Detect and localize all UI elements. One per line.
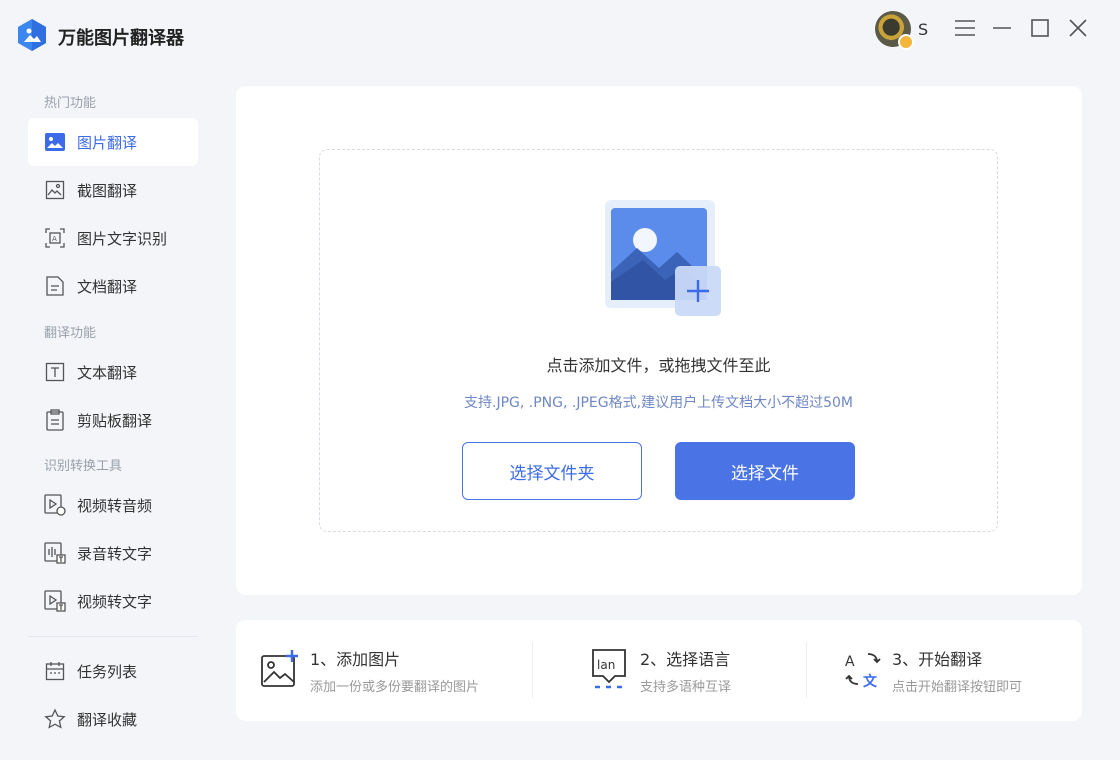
step-title: 3、开始翻译 (892, 650, 983, 669)
step-desc: 点击开始翻译按钮即可 (892, 680, 1023, 695)
sidebar-item-clipboard-translate[interactable]: 剪贴板翻译 (28, 396, 198, 444)
section-label-translate: 翻译功能 (44, 326, 97, 341)
maximize-icon[interactable] (1026, 14, 1054, 42)
title-bar: 万能图片翻译器 S (0, 0, 1120, 70)
step-add-image: 1、添加图片 添加一份或多份要翻译的图片 (260, 640, 530, 700)
sidebar-item-label: 翻译收藏 (77, 710, 138, 729)
sidebar-item-video-to-text[interactable]: 视频转文字 (28, 577, 198, 625)
sidebar-item-label: 文本翻译 (77, 363, 138, 382)
step-desc: 添加一份或多份要翻译的图片 (310, 680, 480, 695)
sidebar-item-image-translate[interactable]: 图片翻译 (28, 118, 198, 166)
step-separator (532, 642, 533, 698)
minimize-icon[interactable] (988, 14, 1016, 42)
sidebar-item-task-list[interactable]: 任务列表 (28, 647, 198, 695)
sidebar-item-label: 截图翻译 (77, 181, 138, 200)
step-select-language: lan 2、选择语言 支持多语种互译 (590, 640, 790, 700)
calendar-icon (44, 660, 66, 682)
sidebar-item-label: 剪贴板翻译 (77, 411, 153, 430)
drop-hint: 支持.JPG, .PNG, .JPEG格式,建议用户上传文档大小不超过50M (464, 395, 853, 411)
drop-zone[interactable]: 点击添加文件，或拖拽文件至此 支持.JPG, .PNG, .JPEG格式,建议用… (319, 149, 998, 532)
sidebar-item-label: 文档翻译 (77, 277, 138, 296)
clipboard-icon (44, 409, 66, 431)
svg-text:A: A (52, 235, 57, 243)
image-icon (44, 131, 66, 153)
sidebar-divider (28, 636, 198, 637)
step-desc: 支持多语种互译 (640, 680, 732, 695)
add-image-icon (260, 648, 302, 690)
sidebar-item-label: 录音转文字 (77, 544, 153, 563)
sidebar: 热门功能 图片翻译 截图翻译 A 图片文字识别 文档翻译 翻译功能 文本翻译 剪… (0, 70, 226, 760)
document-icon (44, 275, 66, 297)
user-name[interactable]: S (918, 20, 928, 39)
app-logo-icon (16, 18, 48, 52)
screenshot-icon (44, 179, 66, 201)
close-icon[interactable] (1064, 14, 1092, 42)
sidebar-item-label: 图片翻译 (77, 133, 138, 152)
audio-text-icon (44, 542, 66, 564)
step-title: 2、选择语言 (640, 650, 731, 669)
app-title: 万能图片翻译器 (58, 28, 184, 49)
svg-text:lan: lan (597, 658, 615, 672)
sidebar-item-label: 视频转音频 (77, 496, 153, 515)
sidebar-item-screenshot-translate[interactable]: 截图翻译 (28, 166, 198, 214)
step-separator (806, 642, 807, 698)
ocr-icon: A (44, 227, 66, 249)
sidebar-item-label: 图片文字识别 (77, 229, 168, 248)
text-icon (44, 361, 66, 383)
language-icon: lan (590, 648, 632, 690)
steps-panel: 1、添加图片 添加一份或多份要翻译的图片 lan 2、选择语言 支持多语种互译 … (236, 620, 1082, 721)
translate-icon: A 文 (842, 648, 884, 690)
section-label-hot: 热门功能 (44, 96, 97, 111)
section-label-tools: 识别转换工具 (44, 459, 123, 474)
select-file-button[interactable]: 选择文件 (675, 442, 855, 500)
step-title: 1、添加图片 (310, 650, 401, 669)
menu-icon[interactable] (951, 14, 979, 42)
select-folder-button[interactable]: 选择文件夹 (462, 442, 642, 500)
upload-image-icon (603, 200, 721, 318)
sidebar-item-ocr[interactable]: A 图片文字识别 (28, 214, 198, 262)
svg-text:文: 文 (863, 673, 878, 690)
video-text-icon (44, 590, 66, 612)
avatar[interactable] (875, 11, 914, 50)
vip-badge-icon (898, 34, 914, 50)
svg-text:A: A (845, 654, 855, 670)
sidebar-item-favorites[interactable]: 翻译收藏 (28, 695, 198, 743)
upload-panel: 点击添加文件，或拖拽文件至此 支持.JPG, .PNG, .JPEG格式,建议用… (236, 86, 1082, 595)
sidebar-item-label: 任务列表 (77, 662, 138, 681)
sidebar-item-label: 视频转文字 (77, 592, 153, 611)
sidebar-item-video-to-audio[interactable]: 视频转音频 (28, 481, 198, 529)
sidebar-item-audio-to-text[interactable]: 录音转文字 (28, 529, 198, 577)
sidebar-item-text-translate[interactable]: 文本翻译 (28, 348, 198, 396)
sidebar-item-document-translate[interactable]: 文档翻译 (28, 262, 198, 310)
video-audio-icon (44, 494, 66, 516)
step-start-translate: A 文 3、开始翻译 点击开始翻译按钮即可 (842, 640, 1072, 700)
drop-title: 点击添加文件，或拖拽文件至此 (546, 356, 771, 375)
star-icon (44, 708, 66, 730)
